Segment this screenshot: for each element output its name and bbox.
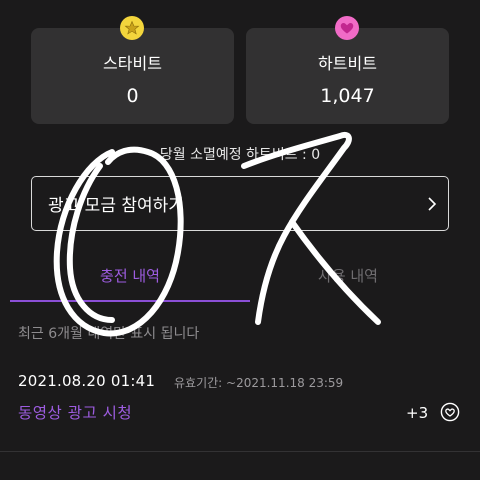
star-bit-value: 0	[126, 85, 139, 107]
list-item[interactable]: 2021.08.20 01:41 유효기간: ~2021.11.18 23:59…	[0, 360, 480, 440]
history-amount: +3	[406, 404, 429, 422]
ad-fundraising-label: 광고 모금 참여하기	[48, 196, 184, 216]
history-range-notice: 최근 6개월 내역만 표시 됩니다	[18, 326, 200, 342]
heart-outline-icon	[440, 402, 460, 426]
divider	[0, 451, 480, 452]
history-title: 동영상 광고 시청	[18, 404, 133, 422]
heart-bit-card: 하트비트 1,047	[246, 16, 449, 124]
history-datetime: 2021.08.20 01:41	[18, 372, 156, 390]
tab-charge-history[interactable]: 충전 내역	[10, 265, 250, 286]
heart-bit-value: 1,047	[320, 85, 375, 107]
star-coin-icon	[120, 16, 144, 40]
tab-usage-history[interactable]: 사용 내역	[228, 265, 468, 286]
heart-bit-label: 하트비트	[318, 54, 377, 73]
star-bit-card: 스타비트 0	[31, 16, 234, 124]
star-bit-label: 스타비트	[103, 54, 162, 73]
active-tab-indicator	[10, 300, 250, 302]
heart-coin-icon	[335, 16, 359, 40]
expiry-note: 당월 소멸예정 하트비트 : 0	[159, 147, 321, 163]
chevron-right-icon	[427, 196, 437, 216]
history-expiry: 유효기간: ~2021.11.18 23:59	[174, 376, 344, 390]
ad-fundraising-button[interactable]: 광고 모금 참여하기	[31, 176, 449, 231]
